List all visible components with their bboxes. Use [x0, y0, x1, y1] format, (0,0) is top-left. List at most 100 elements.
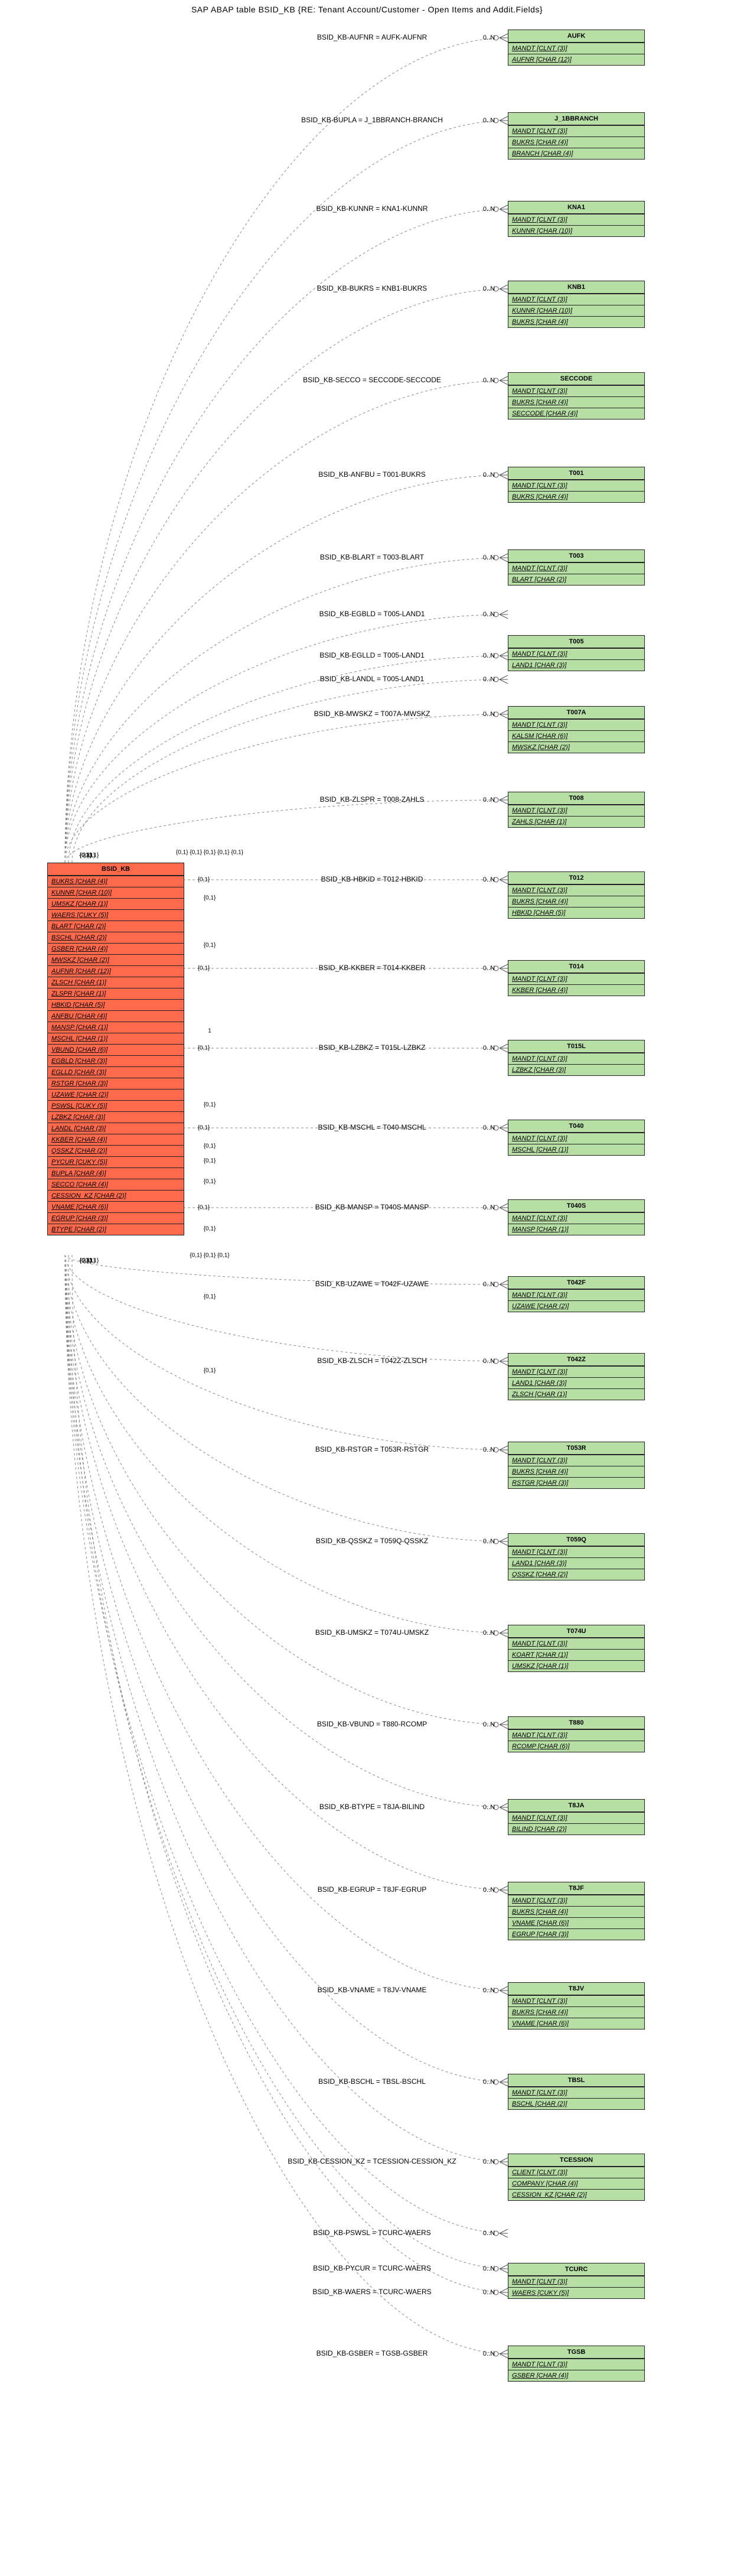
edge-label: 0..N: [483, 1629, 495, 1637]
edge-label: BSID_KB-LANDL = T005-LAND1: [320, 675, 424, 683]
entity-field: COMPANY [CHAR (4)]: [508, 2178, 644, 2189]
entity-field: ZLSCH [CHAR (1)]: [508, 1388, 644, 1400]
entity-field: CESSION_KZ [CHAR (2)]: [48, 1190, 184, 1201]
entity-header: TCESSION: [508, 2154, 644, 2167]
edge-label: BSID_KB-CESSION_KZ = TCESSION-CESSION_KZ: [288, 2157, 456, 2165]
edge-label: {0,1}: [204, 1179, 216, 1185]
edge-label: {0,1} {0,1} {0,1} {0,1} {0,1}: [176, 850, 243, 856]
page-title: SAP ABAP table BSID_KB {RE: Tenant Accou…: [0, 5, 734, 14]
entity-field: MANDT [CLNT (3)]: [508, 2276, 644, 2287]
edge-label: BSID_KB-VBUND = T880-RCOMP: [317, 1720, 427, 1728]
edge-label: 0..N: [483, 1887, 495, 1894]
edge-label: 0..N: [483, 117, 495, 124]
edge-label: BSID_KB-UZAWE = T042F-UZAWE: [315, 1280, 429, 1288]
edge-label: BSID_KB-QSSKZ = T059Q-QSSKZ: [316, 1537, 428, 1545]
edge-label: 0..N: [483, 1204, 495, 1211]
edge-label: 0..N: [483, 206, 495, 213]
entity-field: MANDT [CLNT (3)]: [508, 648, 644, 659]
entity-field: RSTGR [CHAR (3)]: [508, 1477, 644, 1488]
edge-label: {0,1} {0,1} {0,1}: [190, 1253, 229, 1259]
entity-field: MANDT [CLNT (3)]: [508, 1895, 644, 1906]
entity-field: AUFNR [CHAR (12)]: [508, 54, 644, 65]
edge-label: 0..N: [483, 796, 495, 804]
entity-field: MANSP [CHAR (1)]: [508, 1224, 644, 1235]
entity-field: QSSKZ [CHAR (2)]: [48, 1145, 184, 1156]
edge-label: {0,1}: [204, 1158, 216, 1165]
entity-header: T040: [508, 1120, 644, 1133]
entity-header: T8JV: [508, 1983, 644, 1995]
entity-field: LAND1 [CHAR (3)]: [508, 1377, 644, 1388]
edge-label: BSID_KB-MSCHL = T040-MSCHL: [318, 1123, 426, 1131]
edge-label: BSID_KB-UMSKZ = T074U-UMSKZ: [315, 1628, 429, 1637]
entity-header: T042F: [508, 1277, 644, 1289]
edge-label: {0,1}: [198, 1205, 210, 1211]
entity-field: EGRUP [CHAR (3)]: [508, 1928, 644, 1940]
edge-label: {0,1}: [204, 1294, 216, 1300]
edge-label: 0..N: [483, 1045, 495, 1052]
entity-field: KKBER [CHAR (4)]: [508, 984, 644, 996]
edge-label: BSID_KB-EGBLD = T005-LAND1: [319, 610, 425, 618]
entity-field: BUKRS [CHAR (4)]: [508, 136, 644, 148]
entity-field: BSCHL [CHAR (2)]: [48, 932, 184, 943]
edge-label: 0..N: [483, 2158, 495, 2165]
entity-t007a: T007AMANDT [CLNT (3)]KALSM [CHAR (6)]MWS…: [508, 706, 645, 753]
entity-field: ZLSPR [CHAR (1)]: [48, 988, 184, 999]
edge-label: BSID_KB-MANSP = T040S-MANSP: [315, 1203, 429, 1211]
entity-field: MANDT [CLNT (3)]: [508, 1812, 644, 1823]
entity-t008: T008MANDT [CLNT (3)]ZAHLS [CHAR (1)]: [508, 792, 645, 828]
entity-field: GSBER [CHAR (4)]: [508, 2370, 644, 2381]
entity-field: BRANCH [CHAR (4)]: [508, 148, 644, 159]
edge-label: {0,1}: [80, 853, 92, 859]
entity-header: TGSB: [508, 2346, 644, 2359]
entity-t074u: T074UMANDT [CLNT (3)]KOART [CHAR (1)]UMS…: [508, 1625, 645, 1672]
edge-label: {0,1}: [198, 965, 210, 972]
entity-field: CLIENT [CLNT (3)]: [508, 2167, 644, 2178]
edge-label: BSID_KB-HBKID = T012-HBKID: [321, 875, 423, 883]
edge-label: 0..N: [483, 1538, 495, 1545]
edge-label: 0..N: [483, 2079, 495, 2086]
entity-seccode: SECCODEMANDT [CLNT (3)]BUKRS [CHAR (4)]S…: [508, 372, 645, 419]
entity-header: T007A: [508, 707, 644, 719]
edge-label: BSID_KB-KKBER = T014-KKBER: [319, 964, 426, 972]
edge-label: 0..N: [483, 1804, 495, 1811]
entity-field: MWSKZ [CHAR (2)]: [508, 741, 644, 753]
edge-label: 0..N: [483, 611, 495, 618]
entity-header: KNA1: [508, 201, 644, 214]
entity-tbsl: TBSLMANDT [CLNT (3)]BSCHL [CHAR (2)]: [508, 2074, 645, 2110]
edge-label: BSID_KB-KUNNR = KNA1-KUNNR: [316, 204, 428, 213]
entity-field: MANDT [CLNT (3)]: [508, 884, 644, 896]
entity-header: J_1BBRANCH: [508, 113, 644, 125]
entity-t005: T005MANDT [CLNT (3)]LAND1 [CHAR (3)]: [508, 635, 645, 671]
entity-tgsb: TGSBMANDT [CLNT (3)]GSBER [CHAR (4)]: [508, 2346, 645, 2382]
edge-label: {0,1}: [198, 877, 210, 883]
entity-field: MWSKZ [CHAR (2)]: [48, 954, 184, 965]
entity-t001: T001MANDT [CLNT (3)]BUKRS [CHAR (4)]: [508, 467, 645, 503]
edge-label: BSID_KB-EGRUP = T8JF-EGRUP: [318, 1885, 427, 1894]
entity-field: SECCODE [CHAR (4)]: [508, 408, 644, 419]
edge-label: 0..N: [483, 711, 495, 718]
entity-field: BTYPE [CHAR (2)]: [48, 1224, 184, 1235]
entity-field: MANDT [CLNT (3)]: [508, 2359, 644, 2370]
edge-label: BSID_KB-BTYPE = T8JA-BILIND: [319, 1803, 425, 1811]
entity-field: ZAHLS [CHAR (1)]: [508, 816, 644, 827]
entity-field: MANDT [CLNT (3)]: [508, 1212, 644, 1224]
edge-label: {0,1}: [204, 1102, 216, 1108]
entity-field: MANDT [CLNT (3)]: [508, 1366, 644, 1377]
entity-field: ANFBU [CHAR (4)]: [48, 1010, 184, 1022]
edge-label: BSID_KB-RSTGR = T053R-RSTGR: [315, 1445, 429, 1453]
entity-header: T040S: [508, 1200, 644, 1212]
entity-field: MANDT [CLNT (3)]: [508, 973, 644, 984]
edge-label: 0..N: [483, 965, 495, 972]
entity-field: KUNNR [CHAR (10)]: [48, 887, 184, 898]
entity-field: LZBKZ [CHAR (3)]: [48, 1111, 184, 1123]
entity-field: MANDT [CLNT (3)]: [508, 294, 644, 305]
entity-header: T014: [508, 961, 644, 973]
entity-t059q: T059QMANDT [CLNT (3)]LAND1 [CHAR (3)]QSS…: [508, 1533, 645, 1580]
entity-field: BLART [CHAR (2)]: [48, 921, 184, 932]
entity-field: UMSKZ [CHAR (1)]: [48, 898, 184, 909]
entity-field: VNAME [CHAR (6)]: [508, 2018, 644, 2029]
edge-label: 0..N: [483, 285, 495, 292]
entity-field: MANDT [CLNT (3)]: [508, 1546, 644, 1557]
entity-t8jv: T8JVMANDT [CLNT (3)]BUKRS [CHAR (4)]VNAM…: [508, 1982, 645, 2029]
entity-field: BUKRS [CHAR (4)]: [508, 316, 644, 327]
